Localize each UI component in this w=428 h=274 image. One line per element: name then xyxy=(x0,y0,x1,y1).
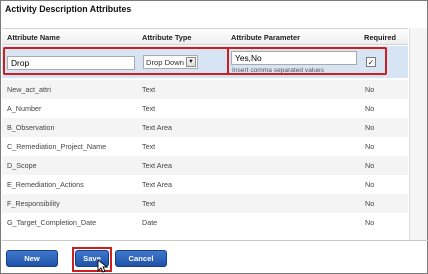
table-row[interactable]: New_act_attri Text No xyxy=(2,80,408,99)
cell-required: No xyxy=(365,180,375,189)
mouse-cursor-icon xyxy=(97,259,109,273)
cell-attribute-name: D_Scope xyxy=(7,161,37,170)
cell-attribute-type: Text Area xyxy=(142,161,172,170)
cell-required: No xyxy=(365,199,375,208)
scrollbar[interactable] xyxy=(409,28,427,240)
table-row[interactable]: A_Number Text No xyxy=(2,99,408,118)
cell-attribute-type: Text xyxy=(142,104,156,113)
cell-attribute-name: F_Responsibility xyxy=(7,199,60,208)
cell-attribute-name: G_Target_Completion_Date xyxy=(7,218,97,227)
table-row[interactable]: G_Target_Completion_Date Date No xyxy=(2,213,408,232)
cell-attribute-type: Text xyxy=(142,199,156,208)
cell-required: No xyxy=(365,85,375,94)
cell-attribute-name: New_act_attri xyxy=(7,85,51,94)
dialog-frame: Activity Description Attributes Attribut… xyxy=(0,0,428,274)
table-row[interactable]: F_Responsibility Text No xyxy=(2,194,408,213)
table-header: Attribute Name Attribute Type Attribute … xyxy=(2,28,408,45)
header-attribute-type: Attribute Type xyxy=(142,33,192,42)
cell-required: No xyxy=(365,104,375,113)
cell-attribute-name: C_Remediation_Project_Name xyxy=(7,142,107,151)
table-row[interactable]: E_Remediation_Actions Text Area No xyxy=(2,175,408,194)
cell-attribute-name: B_Observation xyxy=(7,123,55,132)
cell-required: No xyxy=(365,161,375,170)
cell-required: No xyxy=(365,218,375,227)
cell-attribute-type: Text xyxy=(142,85,156,94)
parameter-highlight xyxy=(227,47,387,75)
cell-attribute-type: Text xyxy=(142,142,156,151)
cell-attribute-name: E_Remediation_Actions xyxy=(7,180,84,189)
divider xyxy=(2,240,428,241)
table-row[interactable]: B_Observation Text Area No xyxy=(2,118,408,137)
new-button[interactable]: New xyxy=(6,250,58,267)
header-attribute-parameter: Attribute Parameter xyxy=(231,33,300,42)
cancel-button[interactable]: Cancel xyxy=(115,250,167,267)
dialog-title: Activity Description Attributes xyxy=(5,4,132,14)
cell-attribute-type: Date xyxy=(142,218,158,227)
cell-attribute-type: Text Area xyxy=(142,180,172,189)
header-required: Required xyxy=(364,33,397,42)
table-row[interactable]: D_Scope Text Area No xyxy=(2,156,408,175)
table-row[interactable]: C_Remediation_Project_Name Text No xyxy=(2,137,408,156)
cell-attribute-name: A_Number xyxy=(7,104,42,113)
header-attribute-name: Attribute Name xyxy=(7,33,60,42)
cell-required: No xyxy=(365,123,375,132)
cell-required: No xyxy=(365,142,375,151)
cell-attribute-type: Text Area xyxy=(142,123,172,132)
